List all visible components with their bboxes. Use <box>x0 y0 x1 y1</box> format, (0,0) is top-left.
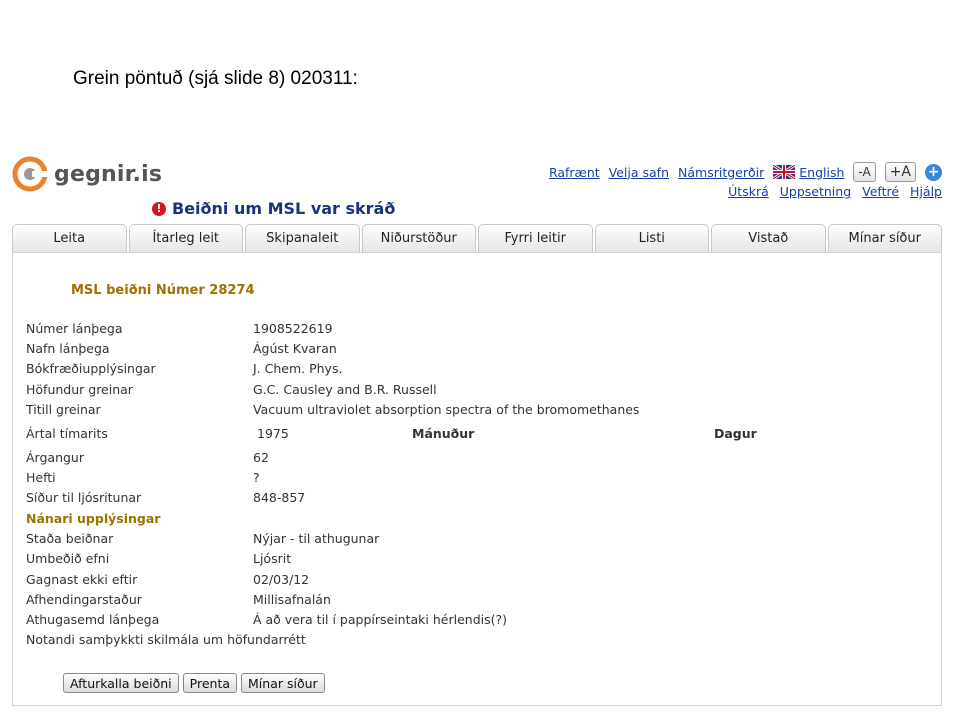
screenshot-frame: gegnir.is Rafrænt Velja safn Námsritgerð… <box>12 150 942 706</box>
volume-value: 62 <box>253 450 269 465</box>
tab-listi[interactable]: Listi <box>594 224 709 252</box>
tab-vistad[interactable]: Vistað <box>711 224 826 252</box>
slide-title: Grein pöntuð (sjá slide 8) 020311: <box>73 68 358 89</box>
author-label: Höfundur greinar <box>26 382 133 397</box>
pickup-label: Afhendingarstaður <box>26 592 142 607</box>
tab-leita[interactable]: Leita <box>12 224 127 252</box>
copyright-notice: Notandi samþykkti skilmála um höfundarré… <box>26 632 306 647</box>
link-namsritgerdir[interactable]: Námsritgerðir <box>678 165 764 180</box>
request-title: MSL beiðni Númer 28274 <box>71 283 255 298</box>
main-tabs: Leita Ítarleg leit Skipanaleit Niðurstöð… <box>12 224 942 252</box>
borrower-number-value: 1908522619 <box>253 321 333 336</box>
pages-value: 848-857 <box>253 490 306 505</box>
alert-icon: ! <box>152 201 166 216</box>
status-value: Nýjar - til athugunar <box>253 531 380 546</box>
link-english[interactable]: English <box>799 165 844 180</box>
pickup-value: Millisafnalán <box>253 592 331 607</box>
status-label: Staða beiðnar <box>26 531 114 546</box>
notice-text: Beiðni um MSL var skráð <box>172 199 396 218</box>
logo-text: gegnir.is <box>54 161 163 187</box>
cancel-request-button[interactable]: Afturkalla beiðni <box>63 673 179 693</box>
font-larger-button[interactable]: +A <box>884 162 916 182</box>
pages-label: Síður til ljósritunar <box>26 490 142 505</box>
author-value: G.C. Causley and B.R. Russell <box>253 382 437 397</box>
tab-itarleg-leit[interactable]: Ítarleg leit <box>128 224 243 252</box>
year-value: 1975 <box>257 426 289 441</box>
uk-flag-icon[interactable] <box>773 165 796 179</box>
month-label: Mánuður <box>412 426 475 441</box>
requested-label: Umbeðið efni <box>26 551 110 566</box>
link-veftre[interactable]: Veftré <box>862 184 899 199</box>
print-button[interactable]: Prenta <box>182 673 238 693</box>
tab-skipanaleit[interactable]: Skipanaleit <box>245 224 360 252</box>
year-label: Ártal tímarits <box>26 426 108 441</box>
action-buttons: Afturkalla beiðni Prenta Mínar síður <box>63 673 325 693</box>
expires-value: 02/03/12 <box>253 572 310 587</box>
volume-label: Árgangur <box>26 450 84 465</box>
issue-label: Hefti <box>26 470 56 485</box>
tab-fyrri-leitir[interactable]: Fyrri leitir <box>478 224 593 252</box>
link-rafraent[interactable]: Rafrænt <box>549 165 600 180</box>
article-title-value: Vacuum ultraviolet absorption spectra of… <box>253 402 640 417</box>
biblio-label: Bókfræðiupplýsingar <box>26 361 156 376</box>
issue-value: ? <box>253 470 260 485</box>
biblio-value: J. Chem. Phys. <box>253 361 343 376</box>
tab-nidurstodur[interactable]: Niðurstöður <box>361 224 476 252</box>
link-hjalp[interactable]: Hjálp <box>910 184 942 199</box>
note-value: Á að vera til í pappírseintaki hérlendis… <box>253 612 507 627</box>
gegnir-logo-icon <box>12 156 48 192</box>
request-panel: MSL beiðni Númer 28274 Númer lánþega 190… <box>12 252 942 706</box>
borrower-name-value: Ágúst Kvaran <box>253 341 337 356</box>
tab-minar-sidur[interactable]: Mínar síður <box>827 224 942 252</box>
notice-banner: ! Beiðni um MSL var skráð <box>152 199 395 218</box>
link-utskra[interactable]: Útskrá <box>728 184 769 199</box>
article-title-label: Titill greinar <box>26 402 101 417</box>
details-heading: Nánari upplýsingar <box>26 511 161 526</box>
my-pages-button[interactable]: Mínar síður <box>241 673 325 693</box>
font-smaller-button[interactable]: -A <box>853 162 876 182</box>
note-label: Athugasemd lánþega <box>26 612 160 627</box>
gegnir-logo[interactable]: gegnir.is <box>12 156 172 192</box>
expires-label: Gagnast ekki eftir <box>26 572 138 587</box>
requested-value: Ljósrit <box>253 551 292 566</box>
borrower-name-label: Nafn lánþega <box>26 341 110 356</box>
plus-circle-icon[interactable]: + <box>925 163 942 181</box>
link-uppsetning[interactable]: Uppsetning <box>780 184 851 199</box>
borrower-number-label: Númer lánþega <box>26 321 123 336</box>
day-label: Dagur <box>714 426 757 441</box>
link-velja-safn[interactable]: Velja safn <box>609 165 669 180</box>
